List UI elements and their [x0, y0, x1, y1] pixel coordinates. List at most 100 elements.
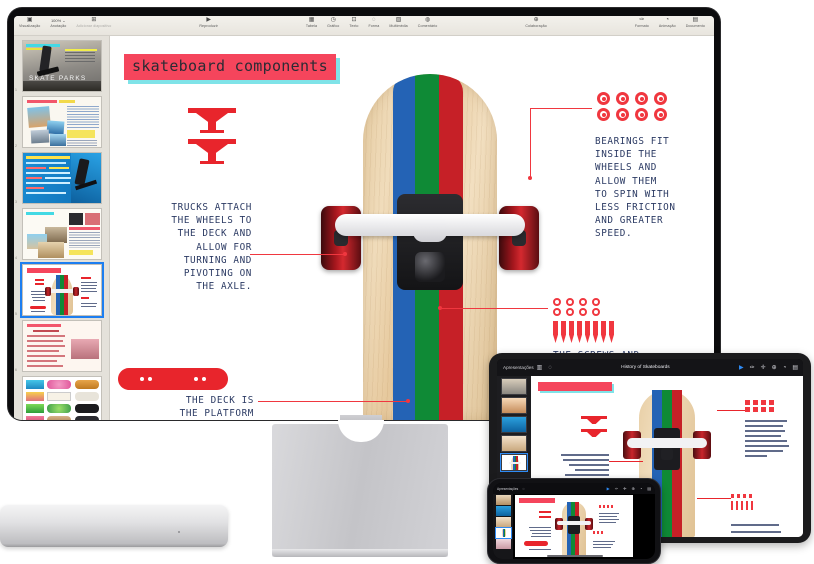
truck-icon-2-body: [196, 144, 228, 153]
toolbar-button-visualizacao[interactable]: ▣ Visualização: [14, 16, 45, 29]
ipad-toolbar[interactable]: Apresentações ▥ ◌ History of Skateboards…: [497, 359, 803, 376]
iphone-slide-canvas[interactable]: [515, 495, 633, 557]
iphone-text-line: [529, 527, 551, 528]
toolbar-button-tabela[interactable]: ▦ Tabela: [301, 16, 322, 29]
play-icon[interactable]: ▶: [736, 364, 747, 371]
toolbar-button-adicionar-diapositivo[interactable]: ⊞ Adicionar diapositivo: [71, 16, 116, 29]
bearings-annotation[interactable]: BEARINGS FIT INSIDE THE WHEELS AND ALLOW…: [595, 135, 710, 241]
toolbar-button-documento[interactable]: ▤ Documento: [681, 16, 710, 29]
play-icon[interactable]: ▶: [604, 486, 612, 491]
ipad-screws-icon: [731, 494, 755, 498]
toolbar-button-reproduzir[interactable]: ▶ Reproduzir: [194, 16, 223, 29]
ipad-thumbnail[interactable]: [501, 397, 527, 414]
collaborate-icon[interactable]: ⊕: [769, 364, 780, 371]
animate-icon[interactable]: ◔: [637, 486, 644, 491]
slide-thumbnail-1[interactable]: SKATE PARKS 1: [15, 40, 102, 92]
bearings-leader-dot: [528, 176, 532, 180]
slide-thumbnail-5[interactable]: 5: [15, 262, 104, 318]
bearings-red-icon[interactable]: [597, 92, 670, 121]
slide-navigator[interactable]: SKATE PARKS 1 2 3 4 5 6: [14, 36, 110, 420]
iphone-text-line: [599, 522, 616, 523]
more-icon[interactable]: ◌: [518, 486, 524, 491]
trucks-red-icon[interactable]: [182, 108, 242, 164]
ipad-text-line: [745, 425, 783, 427]
toolbar-button-texto[interactable]: ⊡ Texto: [344, 16, 363, 29]
ipad-kingpin: [661, 448, 673, 460]
ipad-slide-title-box: [538, 382, 612, 391]
document-icon[interactable]: ▤: [645, 486, 655, 491]
slide-thumb-body[interactable]: [22, 152, 102, 204]
toolbar-button-anotacao[interactable]: 100% ⌄ Anotação: [45, 16, 71, 29]
ipad-bearings-icon: [745, 400, 775, 405]
iphone-screws-icon: [593, 531, 605, 534]
format-brush-icon[interactable]: ✑: [747, 364, 758, 371]
ipad-thumbnail[interactable]: [501, 435, 527, 452]
ipad-text-line: [745, 430, 785, 432]
iphone-toolbar[interactable]: Apresentações ◌ ▶ ✑ ✛ ⊕ ◔ ▤: [493, 483, 655, 494]
text-icon: ⊡: [351, 17, 357, 23]
ipad-thumbnail[interactable]: [501, 416, 527, 433]
deck-annotation[interactable]: THE DECK IS THE PLATFORM: [130, 394, 254, 420]
iphone-thumbnail[interactable]: [495, 539, 511, 549]
stripe-blue-top: [393, 74, 415, 164]
iphone-back-button[interactable]: Apresentações: [493, 487, 518, 491]
ipad-text-line: [569, 464, 609, 466]
iphone-text-line: [532, 533, 551, 534]
slide-thumbnail-4[interactable]: 4: [15, 208, 102, 260]
slide-thumbnail-7[interactable]: 7: [22, 376, 102, 420]
slide-thumbnail-6[interactable]: 6: [15, 320, 102, 372]
toolbar-button-grafico[interactable]: ◷ Gráfico: [322, 16, 344, 29]
keynote-toolbar[interactable]: ▣ Visualização 100% ⌄ Anotação ⊞ Adicion…: [14, 16, 714, 36]
slide-thumbnail-3[interactable]: 3: [15, 152, 102, 204]
collaborate-icon[interactable]: ⊕: [629, 486, 637, 491]
iphone-thumbnail-selected[interactable]: [494, 527, 512, 539]
iphone-thumbnail[interactable]: [495, 495, 511, 505]
slide-thumb-body[interactable]: [22, 208, 102, 260]
iphone-slide-navigator[interactable]: [493, 494, 513, 559]
slide-thumb-body[interactable]: [22, 320, 102, 372]
sidebar-icon[interactable]: ▥: [534, 364, 546, 371]
deck-red-icon[interactable]: [118, 368, 228, 390]
iphone-thumbnail[interactable]: [495, 517, 511, 527]
bearing-icon: [654, 92, 667, 105]
slide-number: 5: [15, 312, 17, 316]
animate-icon[interactable]: ◔: [780, 365, 790, 371]
toolbar-button-colaboracao[interactable]: ⊕ Colaboração: [520, 16, 551, 29]
slide-thumb-body[interactable]: [22, 376, 102, 420]
ipad-bearings-icon-row2: [745, 407, 775, 412]
media-icon: ▧: [395, 17, 402, 23]
toolbar-button-multimedia[interactable]: ▧ Multimédia: [384, 16, 412, 29]
slide-thumbnail-2[interactable]: 2: [15, 96, 102, 148]
ipad-thumbnail[interactable]: [501, 378, 527, 395]
ipad-trucks-icon-4: [587, 432, 601, 437]
ipad-trucks-icon-3: [581, 429, 607, 432]
format-brush-icon[interactable]: ✑: [612, 486, 620, 491]
bearing-icon: [616, 92, 629, 105]
deck-hole: [202, 377, 206, 381]
more-icon[interactable]: ◌: [545, 365, 555, 371]
deck-leader-dot: [406, 399, 410, 403]
bearing-icon: [635, 108, 648, 121]
iphone-thumbnail[interactable]: [495, 506, 511, 516]
bolts-icon[interactable]: [553, 321, 614, 343]
toolbar-button-comentario[interactable]: ◍ Comentário: [413, 16, 443, 29]
slide-thumb-body[interactable]: [22, 96, 102, 148]
iphone: Apresentações ◌ ▶ ✑ ✛ ⊕ ◔ ▤: [487, 478, 661, 564]
toolbar-button-formato[interactable]: ✑ Formato: [630, 16, 654, 29]
iphone-text-line: [531, 536, 551, 537]
iphone-slide-title-box: [519, 498, 555, 503]
insert-icon[interactable]: ✛: [758, 364, 769, 371]
toolbar-button-animacao[interactable]: ◔ Animação: [654, 16, 681, 29]
slide-thumb-body[interactable]: SKATE PARKS: [22, 40, 102, 92]
document-icon[interactable]: ▤: [789, 364, 803, 371]
truck-icon-1-body: [196, 113, 228, 122]
slide-title-box[interactable]: skateboard components: [124, 54, 336, 80]
slide-thumb-body-selected[interactable]: [20, 262, 104, 318]
ipad-thumbnail-selected[interactable]: [500, 453, 528, 472]
ipad-back-button[interactable]: Apresentações: [497, 365, 534, 370]
insert-icon[interactable]: ✛: [621, 486, 629, 491]
toolbar-button-forma[interactable]: ◌ Forma: [364, 16, 385, 29]
trucks-annotation[interactable]: TRUCKS ATTACH THE WHEELS TO THE DECK AND…: [128, 201, 252, 293]
toolbar-insert-group: ▦ Tabela ◷ Gráfico ⊡ Texto ◌ Forma ▧ Mul…: [301, 16, 442, 36]
screw-heads-icon[interactable]: [553, 298, 603, 316]
